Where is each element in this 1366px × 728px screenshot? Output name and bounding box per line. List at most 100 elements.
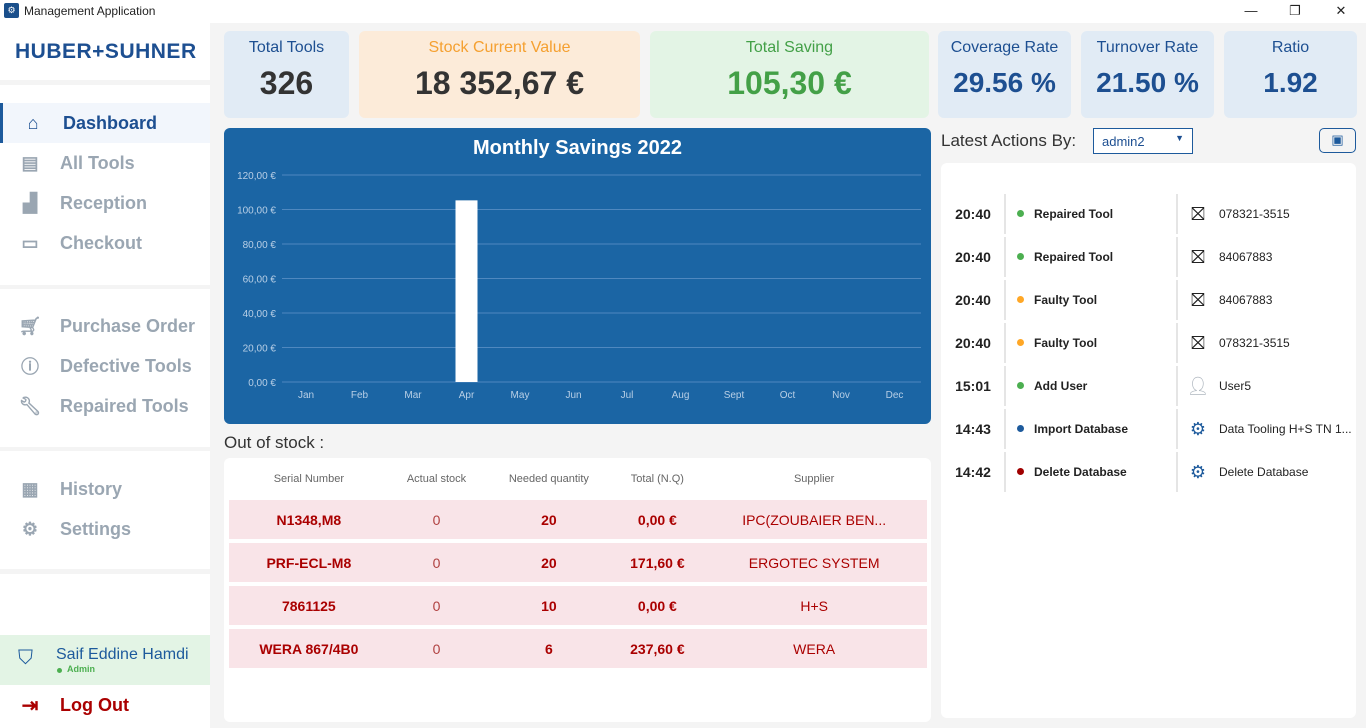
- action-item[interactable]: 14:42 Delete Database ⚙ Delete Database: [941, 452, 1356, 492]
- stat-label: Turnover Rate: [1096, 39, 1199, 56]
- x-tick-label: Aug: [672, 390, 690, 401]
- status-dot: [1017, 425, 1024, 432]
- stat-total-tools: Total Tools 326: [224, 31, 349, 118]
- app-icon: ⚙: [4, 3, 19, 18]
- divider: [1004, 237, 1006, 277]
- column-header[interactable]: Total (N.Q): [613, 462, 701, 496]
- table-row[interactable]: N1348,M8 0 20 0,00 € IPC(ZOUBAIER BEN...: [229, 500, 927, 539]
- gear-icon: ⚙: [1189, 419, 1207, 439]
- home-icon: ⌂: [27, 112, 39, 133]
- shield-user-icon: ⛉: [18, 647, 33, 669]
- x-tick-label: Feb: [351, 390, 369, 401]
- action-item[interactable]: 20:40 Repaired Tool ⛝ 84067883: [941, 237, 1356, 277]
- divider: [1176, 366, 1178, 406]
- stat-ratio: Ratio 1.92: [1224, 31, 1357, 118]
- divider: [1004, 194, 1006, 234]
- action-item[interactable]: 15:01 Add User 👤︎ User5: [941, 366, 1356, 406]
- nav-label: Dashboard: [63, 112, 158, 133]
- action-label: Repaired Tool: [1034, 250, 1114, 264]
- title-bar: ⚙ Management Application — ❐ ✕: [0, 0, 1366, 23]
- cart-icon: 🛒︎: [18, 315, 42, 336]
- table-row[interactable]: PRF-ECL-M8 0 20 171,60 € ERGOTEC SYSTEM: [229, 543, 927, 582]
- table-cell: 171,60 €: [613, 543, 702, 582]
- monthly-savings-chart: Monthly Savings 2022 0,00 €20,00 €40,00 …: [224, 128, 931, 424]
- stat-label: Stock Current Value: [428, 39, 571, 56]
- nav-label: All Tools: [60, 152, 135, 173]
- divider: [1004, 323, 1006, 363]
- column-header[interactable]: Serial Number: [229, 462, 389, 496]
- stat-value: 105,30 €: [727, 65, 852, 101]
- logout-label: Log Out: [60, 694, 129, 715]
- divider: [1176, 409, 1178, 449]
- minimize-button[interactable]: —: [1228, 0, 1274, 23]
- sidebar-item-dashboard[interactable]: ⌂ Dashboard: [0, 103, 210, 143]
- sidebar-item-reception[interactable]: ▟ Reception: [0, 183, 210, 223]
- action-item[interactable]: 20:40 Faulty Tool ⛝ 84067883: [941, 280, 1356, 320]
- y-tick-label: 20,00 €: [243, 344, 277, 355]
- action-time: 20:40: [955, 335, 991, 351]
- stat-value: 21.50 %: [1096, 67, 1199, 98]
- y-tick-label: 60,00 €: [243, 275, 277, 286]
- y-tick-label: 0,00 €: [248, 378, 276, 389]
- sidebar-item-settings[interactable]: ⚙ Settings: [0, 509, 210, 549]
- divider: [1176, 323, 1178, 363]
- table-cell: PRF-ECL-M8: [229, 543, 389, 582]
- column-header[interactable]: Supplier: [701, 462, 927, 496]
- nav-label: Reception: [60, 192, 148, 213]
- action-target: Delete Database: [1219, 465, 1309, 479]
- action-label: Delete Database: [1034, 465, 1127, 479]
- table-cell: 0: [388, 586, 485, 625]
- action-target: Data Tooling H+S TN 1...: [1219, 422, 1352, 436]
- logout-button[interactable]: ⇥ Log Out: [0, 685, 210, 725]
- sidebar-item-all-tools[interactable]: ▤ All Tools: [0, 143, 210, 183]
- maximize-button[interactable]: ❐: [1272, 0, 1318, 23]
- chart-plot: 0,00 € 20,00 € 40,00 € 60,00 € 80,00 € 100,00…: [237, 171, 921, 401]
- table-row[interactable]: 7861125 0 10 0,00 € H+S: [229, 586, 927, 625]
- sidebar-item-history[interactable]: ▦ History: [0, 469, 210, 509]
- action-time: 20:40: [955, 292, 991, 308]
- column-header[interactable]: Actual stock: [389, 462, 485, 496]
- latest-actions-label: Latest Actions By:: [941, 131, 1077, 150]
- reception-icon: ▟: [23, 192, 37, 213]
- action-item[interactable]: 20:40 Repaired Tool ⛝ 078321-3515: [941, 194, 1356, 234]
- close-button[interactable]: ✕: [1318, 0, 1364, 23]
- gear-icon: ⚙: [21, 518, 39, 539]
- column-header[interactable]: Needed quantity: [484, 462, 613, 496]
- table-cell: 7861125: [229, 586, 389, 625]
- divider: [1176, 452, 1178, 492]
- sidebar-item-checkout[interactable]: ▭ Checkout: [0, 223, 210, 263]
- action-time: 14:42: [955, 464, 991, 480]
- sidebar-item-purchase-order[interactable]: 🛒︎ Purchase Order: [0, 306, 210, 346]
- action-time: 14:43: [955, 421, 991, 437]
- sidebar: HUBER+SUHNER ⌂ Dashboard ▤ All Tools ▟ Rece…: [0, 23, 210, 728]
- y-tick-label: 120,00 €: [237, 171, 276, 182]
- stat-value: 1.92: [1263, 67, 1318, 98]
- table-cell: 0: [388, 543, 485, 582]
- sidebar-item-defective-tools[interactable]: ⓘ Defective Tools: [0, 346, 210, 386]
- nav-label: History: [60, 478, 123, 499]
- status-dot: [1017, 339, 1024, 346]
- action-item[interactable]: 20:40 Faulty Tool ⛝ 078321-3515: [941, 323, 1356, 363]
- table-cell: IPC(ZOUBAIER BEN...: [701, 500, 927, 539]
- x-tick-label: Nov: [832, 390, 850, 401]
- status-dot: [1017, 253, 1024, 260]
- user-profile[interactable]: ⛉ Saif Eddine Hamdi Admin: [0, 635, 210, 685]
- action-target: 84067883: [1219, 250, 1273, 264]
- x-tick-label: Oct: [780, 390, 796, 401]
- table-row[interactable]: WERA 867/4B0 0 6 237,60 € WERA: [229, 629, 927, 668]
- action-label: Faulty Tool: [1034, 336, 1098, 350]
- calendar-icon: ▣: [1331, 132, 1344, 147]
- table-cell: N1348,M8: [229, 500, 389, 539]
- logo-box: HUBER+SUHNER: [0, 23, 210, 80]
- action-item[interactable]: 14:43 Import Database ⚙ Data Tooling H+S TN…: [941, 409, 1356, 449]
- logo: HUBER+SUHNER: [15, 40, 197, 63]
- x-tick-label: May: [511, 390, 530, 401]
- x-tick-label: Dec: [886, 390, 904, 401]
- bar-apr[interactable]: [455, 200, 478, 382]
- user-filter-select[interactable]: admin2 ▼: [1093, 128, 1193, 154]
- sidebar-item-repaired-tools[interactable]: 🔧︎ Repaired Tools: [0, 386, 210, 426]
- action-time: 20:40: [955, 249, 991, 265]
- alert-icon: ⓘ: [21, 357, 39, 377]
- x-tick-label: Sept: [724, 390, 745, 401]
- calendar-button[interactable]: ▣: [1319, 128, 1356, 153]
